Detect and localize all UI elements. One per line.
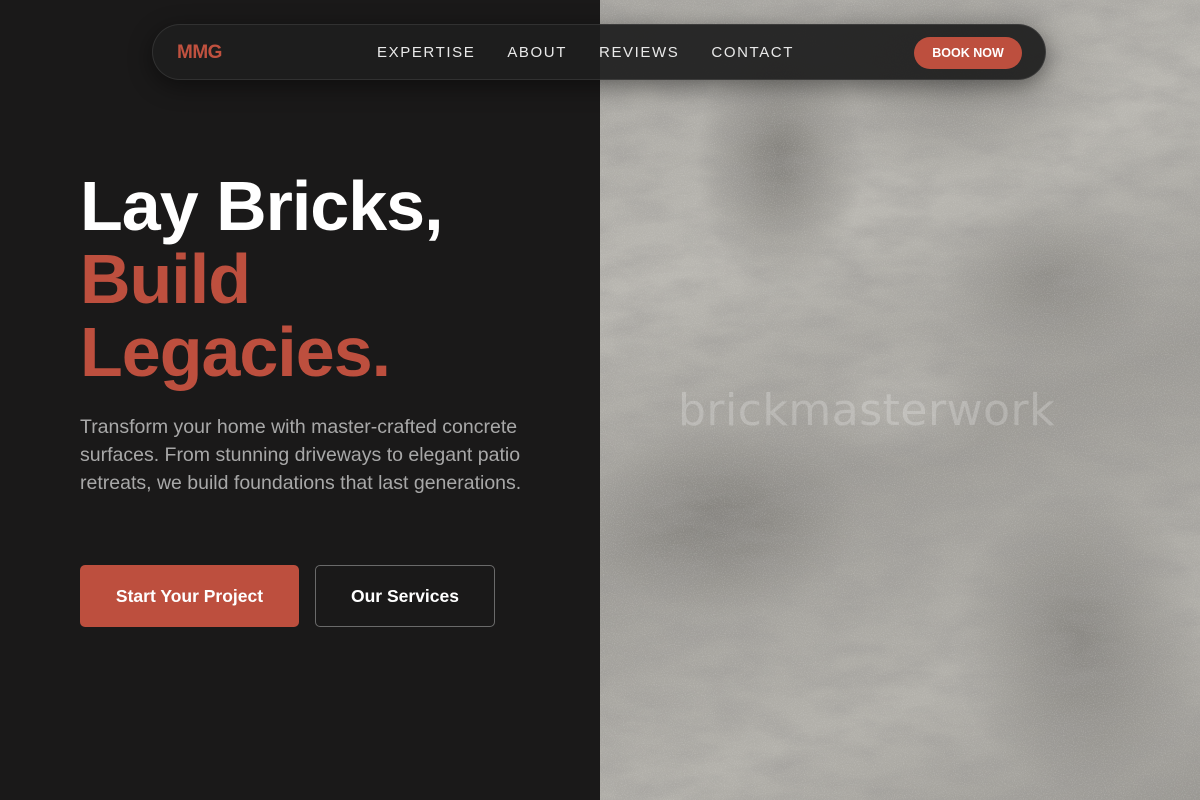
book-now-button[interactable]: BOOK NOW — [914, 37, 1022, 69]
hero-title-line-1: Lay Bricks, — [80, 167, 444, 245]
landing-page: brickmasterwork MMG EXPERTISE ABOUT REVI… — [0, 0, 1200, 800]
hero-left-panel — [0, 0, 600, 800]
hero-description: Transform your home with master-crafted … — [80, 416, 522, 494]
watermark-text: brickmasterwork — [678, 385, 1056, 436]
nav-link-reviews[interactable]: REVIEWS — [599, 44, 679, 61]
top-navigation-bar: MMG EXPERTISE ABOUT REVIEWS CONTACT BOOK… — [152, 24, 1046, 80]
nav-link-expertise[interactable]: EXPERTISE — [377, 44, 475, 61]
hero-title: Lay Bricks, Build Legacies. — [80, 167, 444, 391]
hero-title-line-2: Build — [80, 240, 251, 318]
nav-link-contact[interactable]: CONTACT — [711, 44, 794, 61]
start-project-button[interactable]: Start Your Project — [80, 565, 299, 627]
our-services-button[interactable]: Our Services — [315, 565, 495, 627]
concrete-texture-image: brickmasterwork — [600, 0, 1200, 800]
brand-logo[interactable]: MMG — [177, 42, 222, 64]
hero-title-line-3: Legacies. — [80, 313, 391, 391]
nav-link-about[interactable]: ABOUT — [507, 44, 567, 61]
nav-links: EXPERTISE ABOUT REVIEWS CONTACT — [377, 44, 826, 61]
